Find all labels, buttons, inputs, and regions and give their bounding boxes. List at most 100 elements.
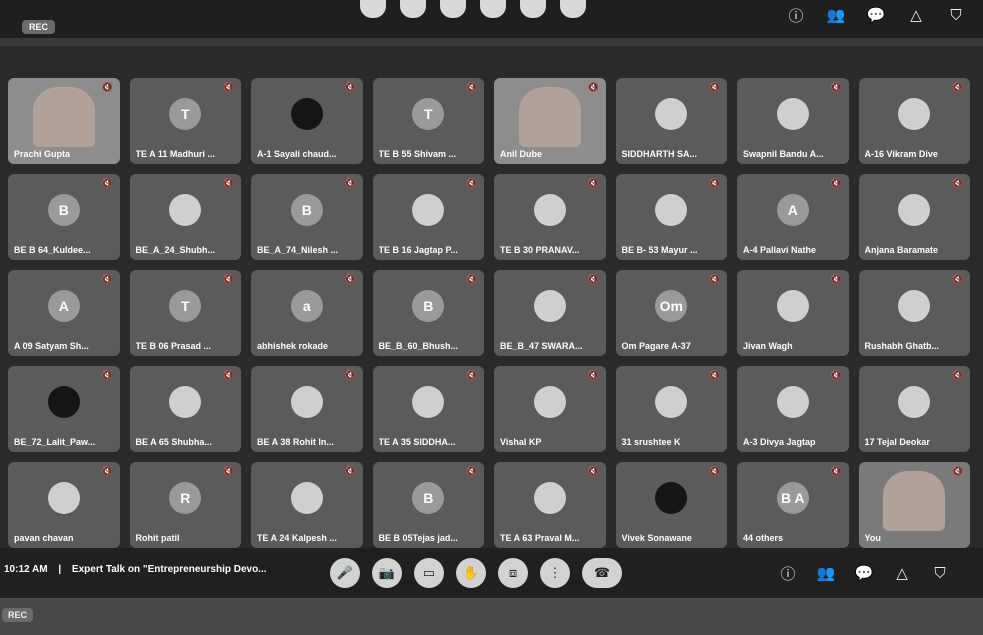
chat-icon[interactable]: 💬 [867, 6, 886, 24]
participant-tile[interactable]: 🔇 A-16 Vikram Dive [858, 78, 970, 164]
avatar [290, 482, 323, 515]
participant-tile[interactable]: 🔇 BE_B_47 SWARA... [494, 270, 606, 356]
participant-tile[interactable]: 🔇 TE B 16 Jagtap P... [372, 174, 484, 260]
participant-tile[interactable]: 🔇 TE A 35 SIDDHA... [372, 366, 484, 452]
end-call-button[interactable]: ☎ [582, 558, 622, 588]
camera-button[interactable]: 📷 [372, 558, 402, 588]
camera-button[interactable] [400, 0, 426, 18]
mic-off-icon: 🔇 [344, 274, 356, 284]
participant-tile[interactable]: 🔇 BE B- 53 Mayur ... [615, 174, 727, 260]
participant-tile[interactable]: T 🔇 TE B 55 Shivam ... [372, 78, 484, 164]
participant-tile[interactable]: B 🔇 BE_B_60_Bhush... [372, 270, 484, 356]
info-icon[interactable]: ⓘ [787, 6, 805, 25]
separator: | [58, 564, 62, 575]
participant-name: A-4 Pallavi Nathe [743, 245, 817, 255]
participant-name: BE B 05Tejas jad... [378, 533, 458, 543]
participant-name: BE_A_24_Shubh... [135, 245, 216, 255]
participant-name: BE B 64_Kuldee... [14, 245, 91, 255]
mic-button[interactable]: 🎤 [330, 558, 360, 588]
mic-off-icon: 🔇 [223, 466, 235, 476]
end-call-button[interactable] [560, 0, 586, 18]
participant-tile[interactable]: a 🔇 abhishek rokade [251, 270, 363, 356]
participant-tile[interactable]: T 🔇 TE A 11 Madhuri ... [129, 78, 241, 164]
captions-button[interactable]: ▭ [414, 558, 444, 588]
avatar [412, 194, 445, 227]
bottom-right-icons: ⓘ 👥 💬 △ ⛉ [779, 564, 949, 583]
mic-off-icon: 🔇 [952, 466, 964, 476]
people-icon[interactable]: 👥 [817, 564, 836, 582]
participant-name: Vivek Sonawane [621, 533, 692, 543]
more-icon: ⋮ [548, 565, 562, 580]
mic-off-icon: 🔇 [830, 370, 842, 380]
participant-tile[interactable]: 🔇 Rushabh Ghatb... [858, 270, 970, 356]
participant-tile[interactable]: A 🔇 A 09 Satyam Sh... [8, 270, 120, 356]
participant-tile[interactable]: 🔇 You [858, 462, 970, 548]
participant-name: Vishal KP [500, 437, 542, 447]
participant-tile[interactable]: 🔇 Jivan Wagh [737, 270, 849, 356]
participant-tile[interactable]: T 🔇 TE B 06 Prasad ... [129, 270, 241, 356]
participant-tile[interactable]: R 🔇 Rohit patil [129, 462, 241, 548]
more-button[interactable]: ⋮ [540, 558, 570, 588]
mic-off-icon: 🔇 [587, 178, 599, 188]
participant-tile[interactable]: 🔇 31 srushtee K [615, 366, 727, 452]
mic-button[interactable] [360, 0, 386, 18]
mic-off-icon: 🔇 [101, 274, 113, 284]
avatar [412, 386, 445, 419]
info-icon[interactable]: ⓘ [779, 564, 797, 583]
mic-off-icon: 🔇 [587, 370, 599, 380]
participant-grid: 🔇 Prachi Gupta T 🔇 TE A 11 Madhuri ... 🔇 A-1 S… [8, 78, 970, 548]
time-label: 10:12 AM [4, 564, 48, 575]
participant-tile[interactable]: 🔇 A-1 Sayali chaud... [251, 78, 363, 164]
participant-tile[interactable]: 🔇 TE A 63 Praval M... [494, 462, 606, 548]
participant-tile[interactable]: A 🔇 A-4 Pallavi Nathe [737, 174, 849, 260]
participant-name: A-1 Sayali chaud... [257, 149, 337, 159]
avatar [655, 98, 688, 131]
mic-off-icon: 🔇 [101, 466, 113, 476]
host-icon[interactable]: ⛉ [931, 564, 949, 582]
participant-tile[interactable]: B 🔇 BE B 64_Kuldee... [8, 174, 120, 260]
activities-icon[interactable]: △ [893, 564, 911, 582]
lower-window-strip: REC [0, 598, 983, 635]
participant-name: TE B 55 Shivam ... [378, 149, 457, 159]
mic-off-icon: 🔇 [466, 82, 478, 92]
more-button[interactable] [520, 0, 546, 18]
participant-tile[interactable]: 🔇 Vivek Sonawane [615, 462, 727, 548]
participant-tile[interactable]: 🔇 SIDDHARTH SA... [615, 78, 727, 164]
participant-tile[interactable]: 🔇 17 Tejal Deokar [858, 366, 970, 452]
participant-tile[interactable]: 🔇 BE A 38 Rohit In... [251, 366, 363, 452]
activities-icon[interactable]: △ [907, 6, 925, 24]
participant-tile[interactable]: 🔇 TE A 24 Kalpesh ... [251, 462, 363, 548]
host-icon[interactable]: ⛉ [947, 6, 965, 24]
mic-off-icon: 🔇 [587, 82, 599, 92]
participant-tile[interactable]: B 🔇 BE B 05Tejas jad... [372, 462, 484, 548]
avatar [655, 482, 688, 515]
participant-name: BE B- 53 Mayur ... [621, 245, 698, 255]
present-button[interactable]: ⧈ [498, 558, 528, 588]
participant-tile[interactable]: 🔇 Anil Dube [494, 78, 606, 164]
participant-name: Jivan Wagh [743, 341, 793, 351]
raise-hand-button[interactable]: ✋ [456, 558, 486, 588]
mic-off-icon: 🔇 [466, 274, 478, 284]
participant-tile[interactable]: 🔇 Anjana Baramate [858, 174, 970, 260]
participant-tile[interactable]: 🔇 Vishal KP [494, 366, 606, 452]
chat-icon[interactable]: 💬 [855, 564, 874, 582]
participant-tile[interactable]: B A 🔇 44 others [737, 462, 849, 548]
participant-tile[interactable]: 🔇 Prachi Gupta [8, 78, 120, 164]
people-icon[interactable]: 👥 [827, 6, 846, 24]
avatar: T [412, 98, 445, 131]
participant-tile[interactable]: 🔇 pavan chavan [8, 462, 120, 548]
avatar: R [169, 482, 202, 515]
top-controls [360, 0, 586, 18]
participant-tile[interactable]: 🔇 Swapnil Bandu A... [737, 78, 849, 164]
participant-tile[interactable]: Om 🔇 Om Pagare A-37 [615, 270, 727, 356]
participant-tile[interactable]: 🔇 BE_A_24_Shubh... [129, 174, 241, 260]
participant-tile[interactable]: 🔇 TE B 30 PRANAV... [494, 174, 606, 260]
present-button[interactable] [480, 0, 506, 18]
participant-tile[interactable]: 🔇 A-3 Divya Jagtap [737, 366, 849, 452]
mic-off-icon: 🔇 [223, 274, 235, 284]
participant-tile[interactable]: B 🔇 BE_A_74_Nilesh ... [251, 174, 363, 260]
hand-button[interactable] [440, 0, 466, 18]
participant-tile[interactable]: 🔇 BE A 65 Shubha... [129, 366, 241, 452]
participant-tile[interactable]: 🔇 BE_72_Lalit_Paw... [8, 366, 120, 452]
mic-off-icon: 🔇 [952, 82, 964, 92]
